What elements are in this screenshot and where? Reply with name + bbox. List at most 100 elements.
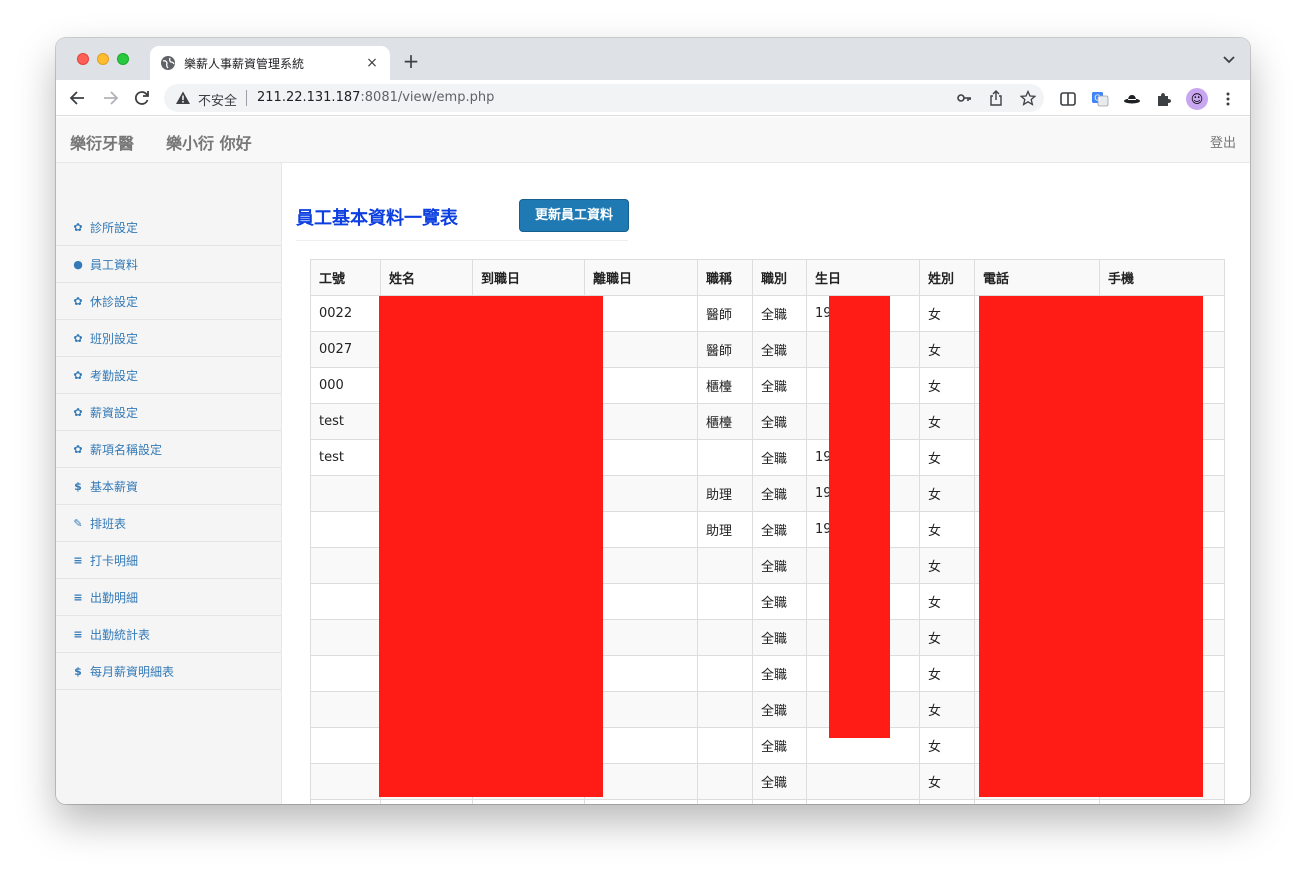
- heading-row: 員工基本資料一覽表 更新員工資料: [296, 199, 629, 241]
- table-cell: 女: [919, 619, 975, 656]
- sidebar-item-label: 出勤統計表: [90, 627, 151, 642]
- sidebar-item[interactable]: ≡ 打卡明細: [56, 542, 281, 579]
- back-icon[interactable]: [68, 88, 88, 108]
- table-cell: 全職: [752, 331, 807, 368]
- table-cell: [310, 619, 381, 656]
- list-icon: ≡: [73, 553, 83, 567]
- update-employee-button[interactable]: 更新員工資料: [519, 199, 629, 232]
- maximize-window-button[interactable]: [117, 53, 129, 65]
- table-cell: test: [310, 439, 381, 476]
- sidebar-item[interactable]: ≡ 出勤明細: [56, 579, 281, 616]
- tab-search-chevron-icon[interactable]: [1222, 52, 1236, 66]
- column-header[interactable]: 離職日: [584, 259, 698, 296]
- column-header[interactable]: 工號: [310, 259, 381, 296]
- sidebar-item-label: 基本薪資: [90, 479, 139, 494]
- table-cell: 全職: [752, 691, 807, 728]
- sidebar-item[interactable]: $ 每月薪資明細表: [56, 653, 281, 690]
- minimize-window-button[interactable]: [97, 53, 109, 65]
- column-header[interactable]: 電話: [974, 259, 1100, 296]
- sidebar-item[interactable]: ● 員工資料: [56, 246, 281, 283]
- star-icon[interactable]: [1020, 90, 1036, 106]
- logout-link[interactable]: 登出: [1210, 132, 1236, 151]
- table-cell: [806, 763, 920, 800]
- key-icon[interactable]: [956, 90, 972, 106]
- dollar-icon: $: [74, 664, 82, 678]
- table-cell: 全職: [752, 403, 807, 440]
- forward-icon[interactable]: [100, 88, 120, 108]
- brand-name[interactable]: 樂衍牙醫: [70, 130, 134, 154]
- page-title: 員工基本資料一覽表: [296, 208, 458, 229]
- sidebar-item[interactable]: ✿ 診所設定: [56, 209, 281, 246]
- column-header[interactable]: 生日: [806, 259, 920, 296]
- redaction-block-name-dates: [379, 296, 603, 797]
- new-tab-button[interactable]: +: [400, 50, 422, 72]
- sidebar-item[interactable]: $ 基本薪資: [56, 468, 281, 505]
- table-cell: 女: [919, 547, 975, 584]
- table-cell: 女: [919, 331, 975, 368]
- split-view-icon[interactable]: [1059, 90, 1077, 108]
- close-window-button[interactable]: [77, 53, 89, 65]
- table-cell: 女: [919, 295, 975, 332]
- not-secure-label[interactable]: 不安全: [198, 90, 237, 109]
- hat-extension-icon[interactable]: [1123, 90, 1141, 108]
- sidebar-item-label: 休診設定: [90, 294, 139, 309]
- table-cell: 女: [919, 583, 975, 620]
- sidebar-item-label: 考勤設定: [90, 368, 139, 383]
- address-bar[interactable]: 不安全 211.22.131.187:8081/view/emp.php: [164, 84, 1044, 112]
- column-header[interactable]: 到職日: [472, 259, 585, 296]
- table-cell: [310, 547, 381, 584]
- sidebar-item[interactable]: ✎ 排班表: [56, 505, 281, 542]
- table-cell: 全職: [752, 619, 807, 656]
- tab-close-icon[interactable]: ×: [364, 55, 380, 71]
- table-cell: 全職: [752, 583, 807, 620]
- table-cell: [697, 799, 753, 804]
- translate-icon[interactable]: G: [1091, 90, 1109, 108]
- url-text[interactable]: 211.22.131.187:8081/view/emp.php: [257, 90, 494, 105]
- sidebar-item[interactable]: ✿ 休診設定: [56, 283, 281, 320]
- table-cell: 0022: [310, 295, 381, 332]
- warning-icon[interactable]: [175, 90, 191, 106]
- dollar-icon: $: [74, 479, 82, 493]
- edit-icon: ✎: [73, 516, 83, 530]
- table-cell: [380, 799, 473, 804]
- url-path: :8081/view/emp.php: [360, 90, 495, 105]
- column-header[interactable]: 職稱: [697, 259, 753, 296]
- sidebar-item[interactable]: ✿ 薪項名稱設定: [56, 431, 281, 468]
- share-icon[interactable]: [988, 90, 1004, 106]
- table-cell: [697, 691, 753, 728]
- sidebar-item-label: 薪資設定: [90, 405, 139, 420]
- table-row[interactable]: [310, 799, 1225, 804]
- table-cell: test: [310, 403, 381, 440]
- table-cell: 全職: [752, 439, 807, 476]
- sidebar-item[interactable]: ≡ 出勤統計表: [56, 616, 281, 653]
- column-header[interactable]: 手機: [1099, 259, 1225, 296]
- sidebar-item[interactable]: ✿ 班別設定: [56, 320, 281, 357]
- table-cell: 助理: [697, 475, 753, 512]
- column-header[interactable]: 姓別: [919, 259, 975, 296]
- list-icon: ≡: [73, 590, 83, 604]
- table-cell: [310, 727, 381, 764]
- column-header[interactable]: 姓名: [380, 259, 473, 296]
- table-cell: 櫃檯: [697, 403, 753, 440]
- table-cell: 醫師: [697, 331, 753, 368]
- reload-icon[interactable]: [132, 88, 152, 108]
- column-header[interactable]: 職別: [752, 259, 807, 296]
- table-cell: 全職: [752, 475, 807, 512]
- sidebar-item-label: 排班表: [90, 516, 127, 531]
- table-cell: 女: [919, 691, 975, 728]
- sidebar-item[interactable]: ✿ 考勤設定: [56, 357, 281, 394]
- table-cell: 女: [919, 475, 975, 512]
- browser-toolbar: 不安全 211.22.131.187:8081/view/emp.php G ☺: [56, 80, 1250, 116]
- kebab-menu-icon[interactable]: [1219, 90, 1237, 108]
- puzzle-extensions-icon[interactable]: [1155, 90, 1173, 108]
- table-header-row: 工號 姓名 到職日 離職日 職稱 職別 生日 姓別 電話 手機: [310, 259, 1225, 296]
- sidebar-item[interactable]: ✿ 薪資設定: [56, 394, 281, 431]
- browser-tab[interactable]: 樂薪人事薪資管理系統 ×: [150, 46, 390, 80]
- table-cell: [752, 799, 807, 804]
- table-cell: 0027: [310, 331, 381, 368]
- table-cell: 女: [919, 367, 975, 404]
- table-cell: 醫師: [697, 295, 753, 332]
- profile-avatar[interactable]: ☺: [1186, 88, 1208, 110]
- table-cell: [697, 439, 753, 476]
- web-page: 樂衍牙醫 樂小衍 你好 登出 ✿ 診所設定 ● 員工資料 ✿ 休診設定 ✿ 班別設定 ✿ 考勤設定…: [56, 117, 1250, 804]
